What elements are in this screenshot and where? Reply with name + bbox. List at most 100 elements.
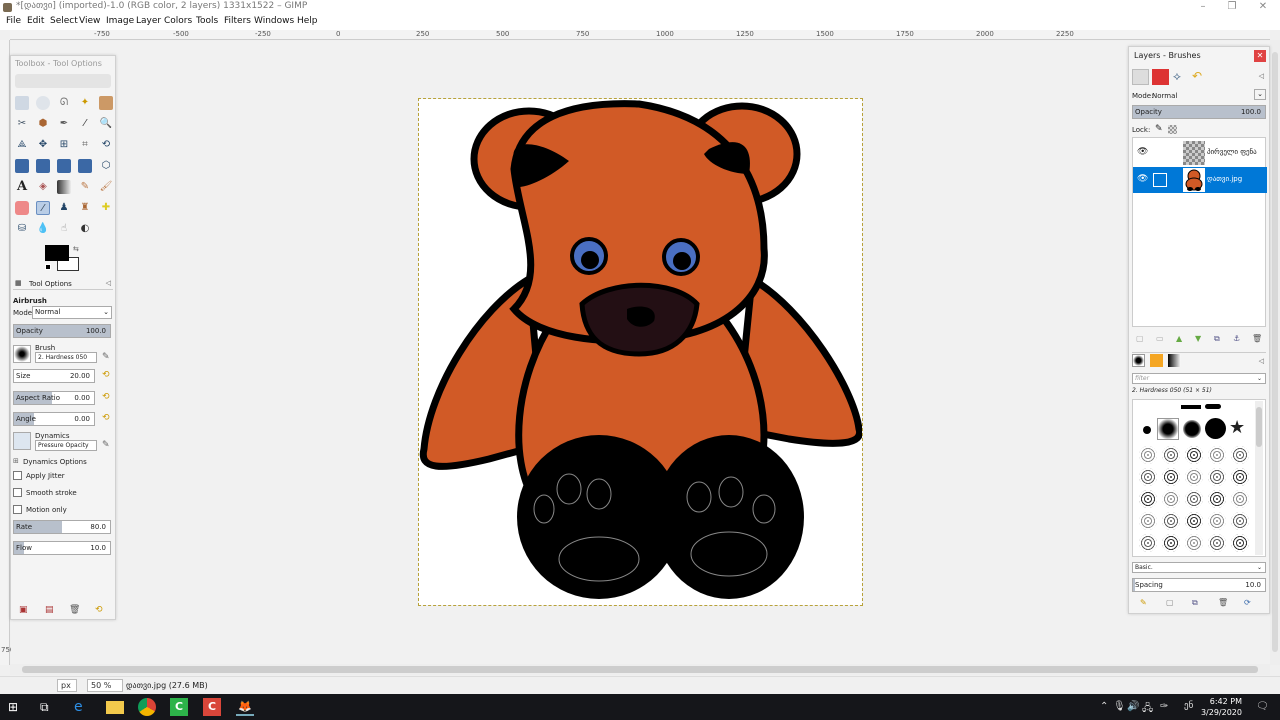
brush-cell[interactable] bbox=[1208, 446, 1226, 464]
pen-icon[interactable]: ✑ bbox=[1160, 701, 1168, 712]
dodge-burn-icon[interactable]: ◐ bbox=[78, 222, 92, 236]
brush-cell[interactable] bbox=[1139, 534, 1157, 552]
menu-colors[interactable]: Colors bbox=[164, 16, 192, 26]
tool-options-tab[interactable]: ▦ Tool Options ◁ bbox=[13, 278, 113, 290]
fuzzy-select-icon[interactable]: ✦ bbox=[78, 96, 92, 110]
layer-row-selected[interactable]: 👁 დათვი.jpg bbox=[1133, 167, 1267, 193]
delete-options-icon[interactable]: 🗑 bbox=[69, 605, 80, 615]
brush-cell-selected[interactable] bbox=[1157, 418, 1179, 440]
flip-icon[interactable] bbox=[78, 159, 92, 173]
brush-grid[interactable]: ★ bbox=[1132, 399, 1266, 557]
clone-icon[interactable]: ♜ bbox=[78, 201, 92, 215]
close-panel-button[interactable]: ✕ bbox=[1254, 50, 1266, 62]
brush-scrollbar[interactable] bbox=[1255, 401, 1263, 555]
brush-cell[interactable] bbox=[1231, 490, 1249, 508]
brush-cell[interactable] bbox=[1205, 418, 1226, 439]
gradient-icon[interactable] bbox=[57, 180, 71, 194]
size-slider[interactable]: Size 20.00 bbox=[13, 369, 95, 383]
edit-brush-icon[interactable]: ✎ bbox=[102, 352, 110, 362]
opacity-slider[interactable]: Opacity 100.0 bbox=[13, 324, 111, 338]
save-options-icon[interactable]: ▣ bbox=[19, 605, 28, 615]
brush-cell[interactable] bbox=[1185, 534, 1203, 552]
smudge-icon[interactable]: ☝ bbox=[57, 222, 71, 236]
microphone-icon[interactable]: 🎙 bbox=[1113, 701, 1126, 712]
unit-dropdown[interactable]: px bbox=[57, 679, 77, 692]
brush-filter-input[interactable]: filter ⌄ bbox=[1132, 373, 1266, 384]
brush-cell[interactable] bbox=[1231, 446, 1249, 464]
menu-view[interactable]: View bbox=[79, 16, 100, 26]
channels-tab-icon[interactable] bbox=[1152, 69, 1169, 85]
shear-icon[interactable] bbox=[36, 159, 50, 173]
reset-icon[interactable]: ⟲ bbox=[102, 413, 110, 423]
brush-cell[interactable] bbox=[1183, 420, 1201, 438]
eraser-icon[interactable] bbox=[15, 201, 29, 215]
layer-opacity-slider[interactable]: Opacity 100.0 bbox=[1132, 105, 1266, 119]
horizontal-ruler[interactable]: -750 -500 -250 0 250 500 750 1000 1250 1… bbox=[10, 30, 1270, 40]
scale-icon[interactable] bbox=[15, 159, 29, 173]
angle-slider[interactable]: Angle 0.00 bbox=[13, 412, 95, 426]
brush-cell[interactable] bbox=[1205, 404, 1221, 409]
canvas-area[interactable] bbox=[11, 41, 1270, 664]
lower-layer-icon[interactable]: ▼ bbox=[1195, 334, 1201, 343]
brush-cell[interactable] bbox=[1162, 490, 1180, 508]
new-layer-icon[interactable]: ▢ bbox=[1136, 334, 1144, 343]
clock[interactable]: 6:42 PM 3/29/2020 bbox=[1201, 696, 1242, 718]
airbrush-icon[interactable]: ⁄ bbox=[36, 201, 50, 215]
brush-cell[interactable] bbox=[1185, 512, 1203, 530]
lock-alpha-icon[interactable] bbox=[1168, 125, 1177, 134]
brush-cell[interactable] bbox=[1231, 534, 1249, 552]
spacing-slider[interactable]: Spacing 10.0 bbox=[1132, 578, 1266, 592]
brush-cell[interactable] bbox=[1208, 490, 1226, 508]
menu-tools[interactable]: Tools bbox=[196, 16, 218, 26]
perspective-clone-icon[interactable]: ⛁ bbox=[15, 222, 29, 236]
duplicate-layer-icon[interactable]: ⧉ bbox=[1214, 334, 1220, 344]
recorder-icon[interactable]: C bbox=[203, 698, 221, 716]
new-group-icon[interactable]: ▭ bbox=[1156, 334, 1164, 343]
foreground-select-icon[interactable]: ⬢ bbox=[36, 117, 50, 131]
menu-help[interactable]: Help bbox=[297, 16, 318, 26]
horizontal-scrollbar[interactable] bbox=[10, 664, 1270, 675]
rate-slider[interactable]: Rate 80.0 bbox=[13, 520, 111, 534]
brush-cell[interactable]: ★ bbox=[1229, 418, 1245, 438]
panel-menu-icon[interactable]: ◁ bbox=[1259, 357, 1264, 365]
chain-toggle[interactable] bbox=[1153, 173, 1167, 187]
panel-menu-icon[interactable]: ◁ bbox=[1259, 72, 1264, 80]
ink-icon[interactable]: ♟ bbox=[57, 201, 71, 215]
edge-icon[interactable]: e bbox=[74, 698, 92, 716]
menu-windows[interactable]: Windows bbox=[254, 16, 294, 26]
menu-layer[interactable]: Layer bbox=[136, 16, 161, 26]
brush-preview[interactable] bbox=[13, 345, 31, 363]
expander-icon[interactable]: ⊞ bbox=[13, 457, 19, 465]
dynamics-options-label[interactable]: Dynamics Options bbox=[23, 458, 87, 466]
patterns-tab-icon[interactable] bbox=[1150, 354, 1163, 367]
brush-cell[interactable] bbox=[1162, 468, 1180, 486]
eye-icon[interactable]: 👁 bbox=[1137, 147, 1148, 157]
chrome-icon[interactable] bbox=[138, 698, 156, 716]
language-indicator[interactable]: ენ bbox=[1184, 701, 1193, 711]
restore-options-icon[interactable]: ▤ bbox=[45, 605, 54, 615]
brush-cell[interactable] bbox=[1185, 446, 1203, 464]
flow-slider[interactable]: Flow 10.0 bbox=[13, 541, 111, 555]
gimp-taskbar-icon[interactable]: 🦊 bbox=[236, 698, 254, 716]
delete-layer-icon[interactable]: 🗑 bbox=[1252, 334, 1262, 343]
brush-field[interactable]: 2. Hardness 050 bbox=[35, 352, 97, 363]
aspect-ratio-slider[interactable]: Aspect Ratio 0.00 bbox=[13, 391, 95, 405]
dynamics-preview[interactable] bbox=[13, 432, 31, 450]
cage-transform-icon[interactable]: ⬡ bbox=[99, 159, 113, 173]
rotate-icon[interactable]: ⟲ bbox=[99, 138, 113, 152]
default-colors-icon[interactable] bbox=[45, 264, 51, 270]
menu-select[interactable]: Select bbox=[50, 16, 78, 26]
menu-image[interactable]: Image bbox=[106, 16, 134, 26]
undo-history-tab-icon[interactable]: ↶ bbox=[1192, 69, 1202, 83]
menu-file[interactable]: File bbox=[6, 16, 21, 26]
menu-filters[interactable]: Filters bbox=[224, 16, 251, 26]
scrollbar-thumb[interactable] bbox=[1256, 407, 1262, 447]
mode-dropdown[interactable]: Normal ⌄ bbox=[32, 306, 112, 319]
text-tool-icon[interactable]: A bbox=[15, 180, 29, 194]
rect-select-icon[interactable] bbox=[15, 96, 29, 110]
brush-cell[interactable] bbox=[1208, 512, 1226, 530]
paths-icon[interactable]: ✒ bbox=[57, 117, 71, 131]
menu-edit[interactable]: Edit bbox=[27, 16, 44, 26]
scrollbar-thumb[interactable] bbox=[1272, 52, 1278, 652]
brush-cell[interactable] bbox=[1231, 468, 1249, 486]
